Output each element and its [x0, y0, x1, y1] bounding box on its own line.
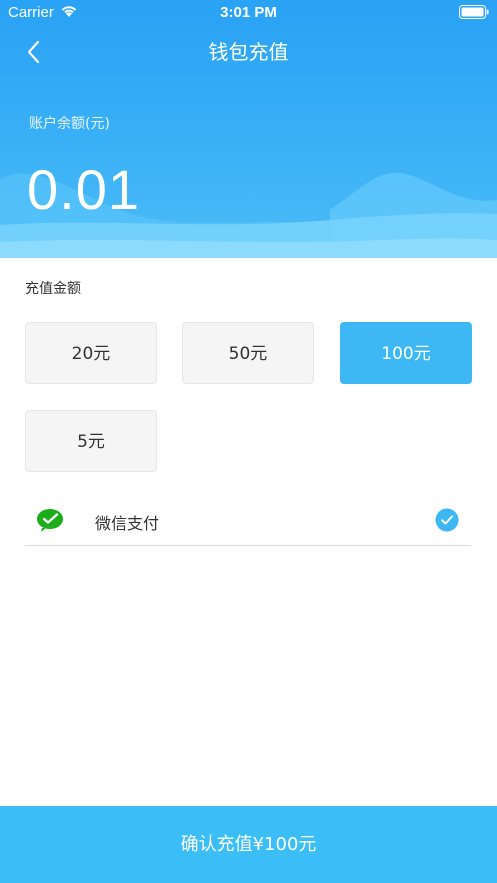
- amount-option-50[interactable]: 50元: [182, 322, 314, 384]
- amount-option-100[interactable]: 100元: [340, 322, 472, 384]
- status-bar: Carrier 3:01 PM: [0, 0, 497, 26]
- page-title: 钱包充值: [208, 40, 289, 64]
- amount-option-5[interactable]: 5元: [25, 410, 157, 472]
- wallet-recharge-screen: Carrier 3:01 PM 钱包充值 账户余额(元) 0.01 充值金额 2…: [0, 0, 497, 883]
- status-time: 3:01 PM: [220, 4, 277, 21]
- balance-label: 账户余额(元): [29, 116, 110, 132]
- confirm-recharge-button[interactable]: 确认充值¥100元: [0, 806, 497, 883]
- battery-icon: [459, 5, 489, 23]
- header: Carrier 3:01 PM 钱包充值 账户余额(元) 0.01: [0, 0, 497, 258]
- balance-value: 0.01: [27, 158, 140, 221]
- payment-method-label: 微信支付: [95, 514, 160, 533]
- check-circle-icon[interactable]: [435, 508, 459, 536]
- recharge-amount-title: 充值金额: [25, 281, 81, 297]
- payment-method-row[interactable]: 微信支付: [25, 496, 471, 546]
- amount-option-20[interactable]: 20元: [25, 322, 157, 384]
- wechat-pay-icon: [37, 508, 65, 536]
